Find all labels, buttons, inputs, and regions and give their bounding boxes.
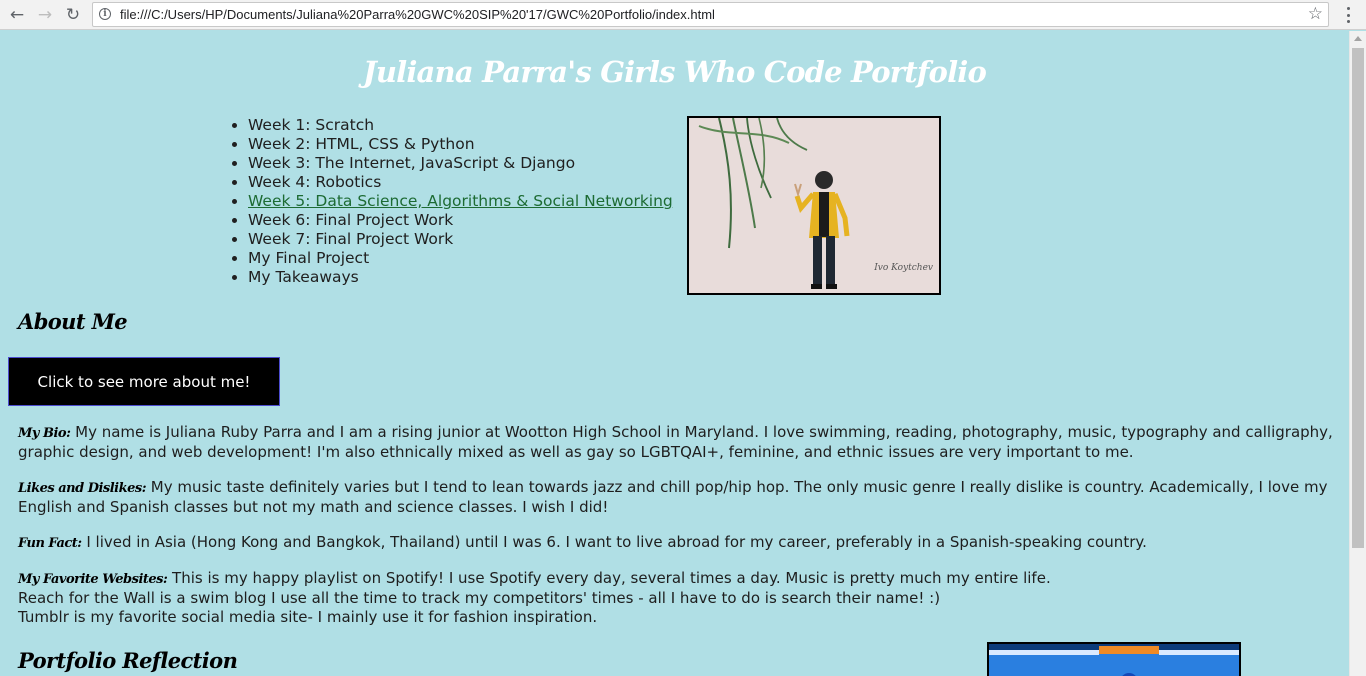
back-arrow-icon[interactable]: ← bbox=[6, 4, 28, 26]
nav-item-label[interactable]: Week 7: Final Project Work bbox=[248, 230, 453, 248]
nav-item-week-4[interactable]: Week 4: Robotics bbox=[248, 173, 673, 192]
fun-fact-paragraph: Fun Fact: I lived in Asia (Hong Kong and… bbox=[18, 533, 1343, 553]
websites-paragraph: My Favorite Websites: This is my happy p… bbox=[18, 569, 1343, 627]
nav-link-week-5[interactable]: Week 5: Data Science, Algorithms & Socia… bbox=[248, 192, 673, 210]
bio-text: My name is Juliana Ruby Parra and I am a… bbox=[18, 423, 1333, 461]
about-me-heading: About Me bbox=[18, 309, 128, 334]
nav-item-week-3[interactable]: Week 3: The Internet, JavaScript & Djang… bbox=[248, 154, 673, 173]
reload-icon[interactable]: ↻ bbox=[62, 4, 84, 26]
nav-item-label[interactable]: Week 4: Robotics bbox=[248, 173, 381, 191]
browser-menu-icon[interactable] bbox=[1341, 5, 1355, 25]
swimming-photo-illustration bbox=[989, 644, 1239, 676]
page-title: Juliana Parra's Girls Who Code Portfolio bbox=[362, 55, 987, 89]
nav-item-week-5[interactable]: Week 5: Data Science, Algorithms & Socia… bbox=[248, 192, 673, 211]
profile-photo: Ivo Koytchev bbox=[687, 116, 941, 295]
portfolio-reflection-heading: Portfolio Reflection bbox=[18, 648, 238, 673]
nav-item-label[interactable]: Week 3: The Internet, JavaScript & Djang… bbox=[248, 154, 575, 172]
nav-item-label[interactable]: My Takeaways bbox=[248, 268, 359, 286]
url-text[interactable]: file:///C:/Users/HP/Documents/Juliana%20… bbox=[120, 7, 715, 22]
swim-blog-link-text[interactable]: Reach for the Wall is a swim blog I use … bbox=[18, 589, 940, 607]
nav-item-label[interactable]: Week 2: HTML, CSS & Python bbox=[248, 135, 475, 153]
nav-item-week-2[interactable]: Week 2: HTML, CSS & Python bbox=[248, 135, 673, 154]
websites-label: My Favorite Websites: bbox=[18, 572, 168, 587]
bio-paragraph: My Bio: My name is Juliana Ruby Parra an… bbox=[18, 423, 1343, 462]
fun-fact-label: Fun Fact: bbox=[18, 536, 82, 551]
nav-item-week-7[interactable]: Week 7: Final Project Work bbox=[248, 230, 673, 249]
browser-toolbar: ← → ↻ i file:///C:/Users/HP/Documents/Ju… bbox=[0, 0, 1366, 30]
bookmark-star-icon[interactable]: ☆ bbox=[1308, 4, 1323, 24]
nav-item-label[interactable]: My Final Project bbox=[248, 249, 369, 267]
tumblr-link-text[interactable]: Tumblr is my favorite social media site-… bbox=[18, 608, 597, 626]
likes-label: Likes and Dislikes: bbox=[18, 481, 147, 496]
nav-item-takeaways[interactable]: My Takeaways bbox=[248, 268, 673, 287]
swimming-photo bbox=[987, 642, 1241, 676]
scrollbar-thumb[interactable] bbox=[1352, 48, 1364, 548]
week-nav-list: Week 1: Scratch Week 2: HTML, CSS & Pyth… bbox=[229, 116, 673, 287]
vertical-scrollbar[interactable] bbox=[1349, 31, 1366, 676]
address-bar[interactable]: i file:///C:/Users/HP/Documents/Juliana%… bbox=[92, 2, 1329, 27]
nav-item-label[interactable]: Week 1: Scratch bbox=[248, 116, 374, 134]
likes-paragraph: Likes and Dislikes: My music taste defin… bbox=[18, 478, 1343, 517]
nav-item-week-6[interactable]: Week 6: Final Project Work bbox=[248, 211, 673, 230]
scroll-up-arrow-icon[interactable] bbox=[1354, 36, 1362, 41]
see-more-about-me-button[interactable]: Click to see more about me! bbox=[8, 357, 280, 406]
nav-item-label[interactable]: Week 6: Final Project Work bbox=[248, 211, 453, 229]
nav-item-final-project[interactable]: My Final Project bbox=[248, 249, 673, 268]
page-content: Juliana Parra's Girls Who Code Portfolio… bbox=[0, 31, 1349, 676]
nav-item-week-1[interactable]: Week 1: Scratch bbox=[248, 116, 673, 135]
bio-label: My Bio: bbox=[18, 426, 71, 441]
photo-credit: Ivo Koytchev bbox=[874, 263, 933, 273]
likes-text: My music taste definitely varies but I t… bbox=[18, 478, 1328, 516]
fun-fact-text: I lived in Asia (Hong Kong and Bangkok, … bbox=[81, 533, 1147, 551]
spotify-link-text[interactable]: This is my happy playlist on Spotify! I … bbox=[167, 569, 1051, 587]
forward-arrow-icon[interactable]: → bbox=[34, 4, 56, 26]
info-icon[interactable]: i bbox=[99, 8, 111, 20]
